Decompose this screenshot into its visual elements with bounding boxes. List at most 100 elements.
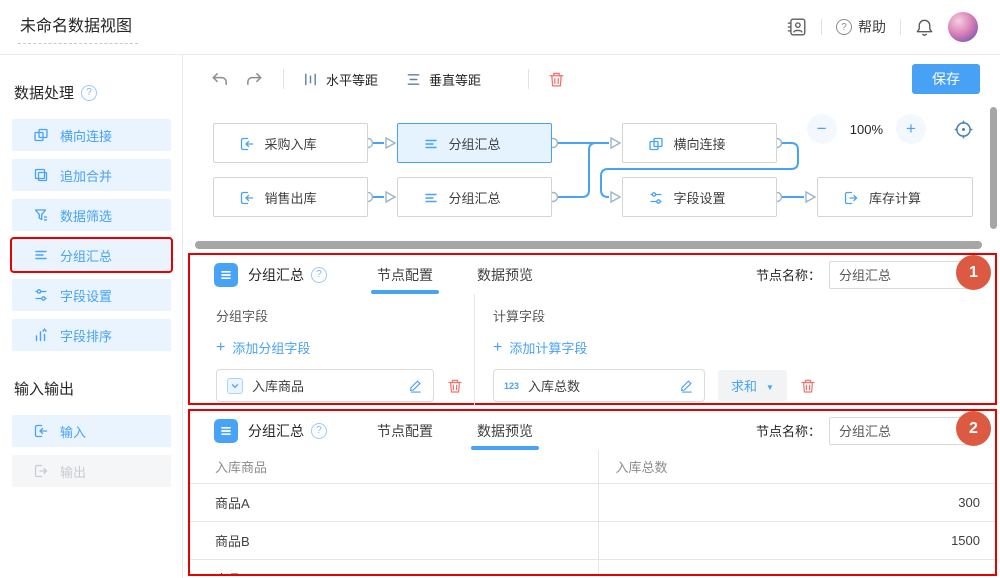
table-row[interactable]: 商品B 1500 (190, 521, 995, 559)
add-group-field-button[interactable]: 添加分组字段 (216, 338, 310, 357)
flow-node-sales-outbound[interactable]: 销售出库 (213, 177, 368, 217)
panel-header: 分组汇总 节点配置 数据预览 节点名称： (190, 411, 995, 450)
help-label: 帮助 (858, 17, 886, 37)
plus-icon (216, 339, 225, 357)
flow-canvas[interactable]: 采购入库 分组汇总 横向连接 销售出库 分组汇总 (183, 103, 1000, 240)
output-icon (33, 463, 49, 479)
flow-node-purchase-inbound[interactable]: 采购入库 (213, 123, 368, 163)
filter-icon (33, 207, 49, 223)
fit-view-icon[interactable] (953, 119, 974, 140)
panel-header: 分组汇总 节点配置 数据预览 节点名称： (190, 255, 995, 294)
input-icon (239, 136, 255, 152)
app-root: 未命名数据视图 帮助 (0, 0, 1000, 578)
calc-field-item[interactable]: 入库总数 (493, 369, 705, 402)
delete-group-field-icon[interactable] (447, 378, 463, 394)
caret-down-icon (766, 378, 774, 393)
number-field-type-icon (504, 381, 519, 391)
column-header: 入库商品 (190, 450, 599, 483)
tab-data-preview[interactable]: 数据预览 (477, 411, 533, 450)
sidebar-item-input[interactable]: 输入 (12, 415, 171, 447)
zoom-in-button[interactable] (896, 114, 926, 144)
sidebar-item-horizontal-join[interactable]: 横向连接 (12, 119, 171, 151)
group-summary-icon (214, 263, 238, 287)
save-button[interactable]: 保存 (912, 64, 980, 94)
add-calc-field-button[interactable]: 添加计算字段 (493, 338, 587, 357)
tab-node-config[interactable]: 节点配置 (377, 255, 433, 294)
horizontal-join-icon (33, 127, 49, 143)
aggregation-select[interactable]: 求和 (718, 370, 787, 401)
flow-node-group-summary-2[interactable]: 分组汇总 (397, 177, 552, 217)
preview-table: 入库商品 入库总数 商品A 300 商品B 1500 商品C 300 (190, 450, 995, 576)
bell-icon[interactable] (915, 18, 934, 37)
node-name-label: 节点名称： (756, 421, 821, 440)
output-icon (843, 190, 859, 206)
edit-icon[interactable] (679, 378, 694, 393)
input-icon (239, 190, 255, 206)
node-name-group: 节点名称： (756, 417, 981, 445)
distribute-vertical-icon (406, 72, 421, 87)
section-label: 计算字段 (493, 306, 995, 325)
tab-node-config[interactable]: 节点配置 (377, 411, 433, 450)
help-icon[interactable] (311, 423, 327, 439)
divider (821, 19, 822, 35)
avatar[interactable] (948, 12, 978, 42)
node-name-group: 节点名称： (756, 261, 981, 289)
group-field-item[interactable]: 入库商品 (216, 369, 434, 402)
group-summary-preview-panel: 分组汇总 节点配置 数据预览 节点名称： 入库商品 入库总数 (188, 409, 997, 576)
undo-button[interactable] (210, 71, 229, 88)
horizontal-scrollbar[interactable] (195, 241, 982, 249)
header-actions: 帮助 (787, 12, 978, 42)
sidebar-item-output: 输出 (12, 455, 171, 487)
node-name-label: 节点名称： (756, 265, 821, 284)
sidebar-section-data-processing: 数据处理 (14, 82, 182, 103)
table-header-row: 入库商品 入库总数 (190, 450, 995, 483)
table-row[interactable]: 商品C 300 (190, 559, 995, 576)
zoom-controls: 100% (807, 114, 974, 144)
dropdown-field-type-icon (227, 378, 243, 394)
horizontal-join-icon (648, 136, 664, 152)
calc-field-column: 计算字段 添加计算字段 入库总数 (475, 294, 995, 405)
flow-node-field-settings[interactable]: 字段设置 (622, 177, 777, 217)
panel-body: 分组字段 添加分组字段 入库商品 (190, 294, 995, 405)
flow-node-group-summary-1[interactable]: 分组汇总 (397, 123, 552, 163)
sidebar-item-group-summary[interactable]: 分组汇总 (12, 239, 171, 271)
group-summary-icon (214, 419, 238, 443)
contact-book-icon[interactable] (787, 17, 807, 37)
help-icon[interactable] (81, 85, 97, 101)
delete-calc-field-icon[interactable] (800, 378, 816, 394)
redo-button[interactable] (245, 71, 264, 88)
tab-data-preview[interactable]: 数据预览 (477, 255, 533, 294)
sidebar-item-field-settings[interactable]: 字段设置 (12, 279, 171, 311)
sidebar: 数据处理 横向连接 追加合并 数据筛选 分组 (0, 55, 183, 578)
section-label: 分组字段 (216, 306, 474, 325)
field-sort-icon (33, 327, 49, 343)
content: 数据处理 横向连接 追加合并 数据筛选 分组 (0, 55, 1000, 578)
distribute-horizontal-icon (303, 72, 318, 87)
table-row[interactable]: 商品A 300 (190, 483, 995, 521)
panel-tabs: 节点配置 数据预览 (377, 255, 533, 294)
input-icon (33, 423, 49, 439)
delete-node-button[interactable] (548, 71, 565, 88)
distribute-horizontal-button[interactable]: 水平等距 (303, 70, 378, 89)
distribute-vertical-button[interactable]: 垂直等距 (406, 70, 481, 89)
zoom-out-button[interactable] (807, 114, 837, 144)
top-header: 未命名数据视图 帮助 (0, 0, 1000, 55)
sidebar-item-data-filter[interactable]: 数据筛选 (12, 199, 171, 231)
field-settings-icon (648, 190, 664, 206)
vertical-scrollbar[interactable] (990, 107, 997, 229)
sidebar-item-field-sort[interactable]: 字段排序 (12, 319, 171, 351)
help-button[interactable]: 帮助 (836, 17, 886, 37)
help-icon[interactable] (311, 267, 327, 283)
field-settings-icon (33, 287, 49, 303)
flow-node-horizontal-join[interactable]: 横向连接 (622, 123, 777, 163)
panel-title: 分组汇总 (248, 421, 304, 441)
edit-icon[interactable] (408, 378, 423, 393)
group-summary-icon (423, 136, 439, 152)
flow-node-inventory-calc[interactable]: 库存计算 (817, 177, 973, 217)
page-title[interactable]: 未命名数据视图 (18, 10, 138, 44)
sidebar-item-append-merge[interactable]: 追加合并 (12, 159, 171, 191)
canvas-toolbar: 水平等距 垂直等距 保存 (183, 55, 1000, 103)
group-summary-config-panel: 分组汇总 节点配置 数据预览 节点名称： 分组字段 (188, 253, 997, 405)
group-summary-icon (423, 190, 439, 206)
column-header: 入库总数 (599, 450, 995, 483)
